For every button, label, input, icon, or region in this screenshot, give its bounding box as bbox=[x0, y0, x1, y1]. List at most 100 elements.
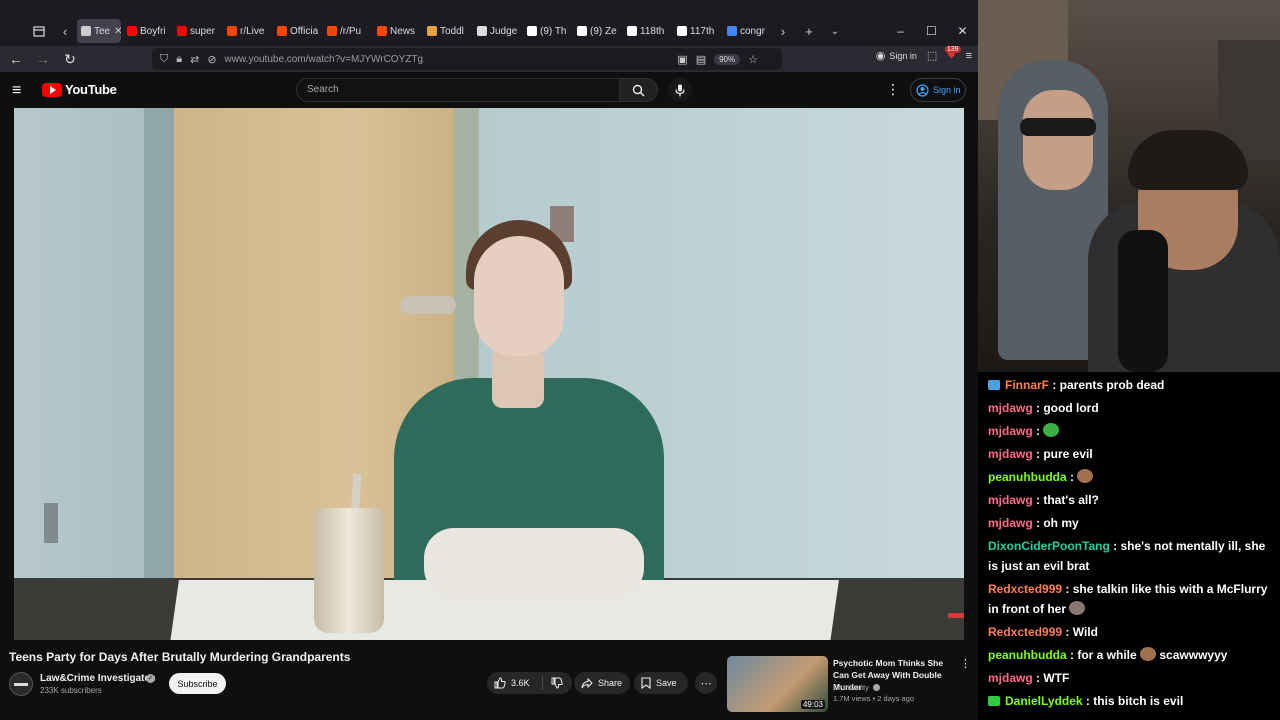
share-label: Share bbox=[598, 678, 623, 688]
tab-list-chevron-down-icon[interactable]: ⌄ bbox=[824, 20, 846, 42]
tab-favicon-icon bbox=[377, 26, 387, 36]
chat-message: mjdawg : that's all? bbox=[988, 490, 1276, 510]
menu-hamburger-icon[interactable]: ≡ bbox=[966, 50, 972, 62]
browser-tab[interactable]: Boyfri bbox=[123, 19, 171, 43]
forward-icon[interactable]: → bbox=[31, 47, 55, 71]
tab-label: Tee bbox=[94, 25, 111, 37]
chat-username[interactable]: mjdawg bbox=[988, 447, 1033, 461]
url-text[interactable]: www.youtube.com/watch?v=MJYWrCOYZTg bbox=[225, 54, 424, 65]
browser-tab[interactable]: Judge bbox=[473, 19, 521, 43]
chat-username[interactable]: Redxcted999 bbox=[988, 582, 1062, 596]
chat-username[interactable]: mjdawg bbox=[988, 493, 1033, 507]
browser-tab[interactable]: Tee ✕ bbox=[77, 19, 121, 43]
more-actions-button[interactable]: ⋯ bbox=[695, 672, 717, 694]
microphone-icon bbox=[675, 84, 685, 96]
youtube-sign-in-label: Sign in bbox=[933, 85, 961, 95]
browser-tab[interactable]: (9) Th bbox=[523, 19, 571, 43]
browser-tab[interactable]: super bbox=[173, 19, 221, 43]
chat-message: mjdawg : WTF bbox=[988, 668, 1276, 688]
tab-favicon-icon bbox=[577, 26, 587, 36]
subscribe-button[interactable]: Subscribe bbox=[169, 673, 226, 694]
video-frame-person-head bbox=[474, 236, 564, 356]
chat-username[interactable]: mjdawg bbox=[988, 516, 1033, 530]
tab-label: Judge bbox=[490, 25, 518, 37]
account-sign-in[interactable]: ◉ Sign in bbox=[876, 49, 917, 62]
address-bar[interactable]: ⛉ 🔒︎ ⇄ ⊘ www.youtube.com/watch?v=MJYWrCO… bbox=[152, 48, 782, 70]
guide-menu-icon[interactable]: ≡ bbox=[12, 82, 21, 100]
webcam-right-person-hair bbox=[1128, 130, 1248, 190]
channel-name[interactable]: Law&Crime Investigates bbox=[40, 673, 156, 684]
new-tab-icon[interactable]: + bbox=[798, 20, 820, 42]
recommended-thumbnail[interactable]: 49:03 bbox=[727, 656, 828, 712]
youtube-logo[interactable]: YouTube bbox=[42, 82, 117, 97]
tab-label: /r/Pu bbox=[340, 25, 362, 37]
shield-icon[interactable]: ⛉ bbox=[160, 53, 168, 66]
tracking-off-icon[interactable]: ⊘ bbox=[207, 53, 216, 66]
tab-close-icon[interactable]: ✕ bbox=[114, 26, 121, 37]
picture-icon[interactable]: ▣ bbox=[677, 53, 687, 66]
tab-label: Boyfri bbox=[140, 25, 166, 37]
search-input[interactable]: Search bbox=[296, 78, 620, 102]
browser-tab[interactable]: Toddl bbox=[423, 19, 471, 43]
settings-more-icon[interactable]: ⋮ bbox=[886, 81, 900, 98]
lock-icon[interactable]: 🔒︎ bbox=[176, 53, 182, 66]
share-button[interactable]: Share bbox=[574, 672, 630, 694]
chat-username[interactable]: mjdawg bbox=[988, 671, 1033, 685]
video-player[interactable] bbox=[14, 108, 964, 640]
save-button[interactable]: Save bbox=[634, 672, 688, 694]
minimize-icon[interactable]: – bbox=[885, 24, 916, 38]
bookmark-star-icon[interactable]: ☆ bbox=[748, 53, 758, 66]
close-window-icon[interactable]: ✕ bbox=[947, 24, 978, 38]
reader-view-icon[interactable]: ▤ bbox=[696, 53, 706, 66]
extensions-icon[interactable]: ⬚ bbox=[927, 49, 937, 62]
youtube-sign-in-button[interactable]: Sign in bbox=[910, 78, 966, 102]
browser-tab[interactable]: 118th bbox=[623, 19, 671, 43]
chat-username[interactable]: DanielLyddek bbox=[1005, 694, 1083, 708]
chat-username[interactable]: peanuhbudda bbox=[988, 648, 1067, 662]
chat-username[interactable]: DixonCiderPoonTang bbox=[988, 539, 1110, 553]
chat-username[interactable]: Redxcted999 bbox=[988, 625, 1062, 639]
chat-text: : Wild bbox=[1065, 625, 1098, 639]
back-icon[interactable]: ← bbox=[4, 47, 28, 71]
ublock-icon[interactable]: ⛊ 139 bbox=[944, 46, 961, 62]
browser-tab[interactable]: congr bbox=[723, 19, 771, 43]
permissions-icon[interactable]: ⇄ bbox=[190, 53, 199, 66]
chat-username[interactable]: mjdawg bbox=[988, 424, 1033, 438]
verified-check-icon: ✓ bbox=[146, 674, 155, 683]
youtube-header: ≡ YouTube Search ⋮ Sign in bbox=[0, 72, 978, 108]
chat-username[interactable]: mjdawg bbox=[988, 401, 1033, 415]
voice-search-button[interactable] bbox=[668, 78, 692, 102]
tab-label: News bbox=[390, 25, 416, 37]
dislike-button[interactable] bbox=[543, 677, 571, 689]
search-button[interactable] bbox=[620, 78, 658, 102]
scroll-tabs-left-icon[interactable]: ‹ bbox=[54, 20, 76, 42]
recommended-channel[interactable]: Dr Insanity bbox=[833, 683, 880, 692]
tab-overview-icon[interactable] bbox=[28, 20, 50, 42]
chat-message: mjdawg : pure evil bbox=[988, 444, 1276, 464]
maximize-icon[interactable]: ☐ bbox=[916, 24, 947, 38]
like-button[interactable]: 3.6K bbox=[487, 676, 543, 690]
recommended-more-icon[interactable]: ⋮ bbox=[960, 657, 971, 670]
browser-tab[interactable]: Officia bbox=[273, 19, 321, 43]
extension-badge: 139 bbox=[944, 46, 961, 53]
chat-message: Redxcted999 : she talkin like this with … bbox=[988, 579, 1276, 619]
video-frame-person-neck bbox=[492, 348, 544, 408]
browser-tab[interactable]: r/Live bbox=[223, 19, 271, 43]
reload-icon[interactable]: ↻ bbox=[58, 47, 82, 71]
chat-text: : oh my bbox=[1036, 516, 1079, 530]
video-frame-cup bbox=[314, 508, 384, 633]
browser-tab[interactable]: (9) Ze bbox=[573, 19, 621, 43]
chat-badge-icon bbox=[988, 696, 1000, 706]
recommended-channel-name: Dr Insanity bbox=[833, 683, 869, 692]
browser-tab[interactable]: News bbox=[373, 19, 421, 43]
zoom-level[interactable]: 90% bbox=[714, 54, 741, 65]
scroll-tabs-right-icon[interactable]: › bbox=[772, 20, 794, 42]
channel-avatar[interactable] bbox=[9, 672, 33, 696]
chat-username[interactable]: peanuhbudda bbox=[988, 470, 1067, 484]
chat-text: : good lord bbox=[1036, 401, 1099, 415]
chat-text: : that's all? bbox=[1036, 493, 1099, 507]
chat-text-after: scawwwyyy bbox=[1156, 648, 1228, 662]
chat-username[interactable]: FinnarF bbox=[1005, 378, 1049, 392]
browser-tab[interactable]: /r/Pu bbox=[323, 19, 371, 43]
browser-tab[interactable]: 117th bbox=[673, 19, 721, 43]
